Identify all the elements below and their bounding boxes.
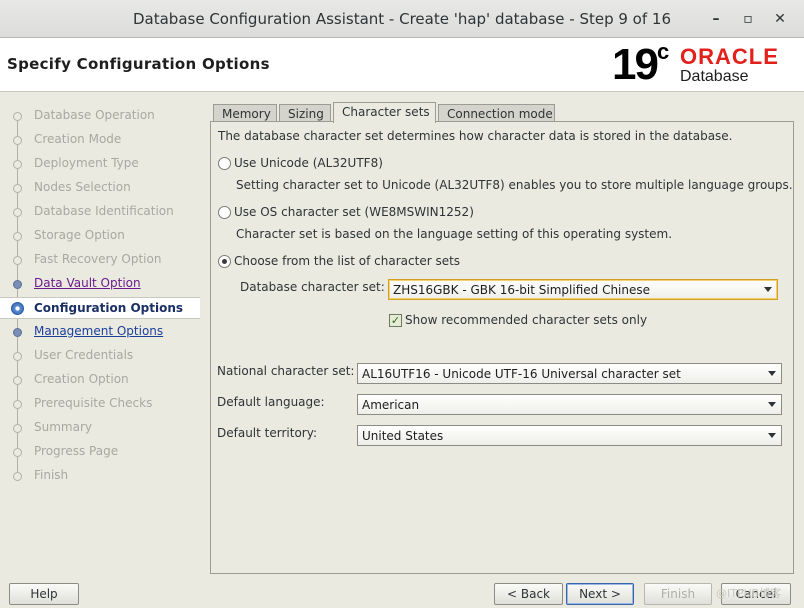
step-creation-option: Creation Option bbox=[0, 369, 200, 391]
step-configuration-options: Configuration Options bbox=[0, 297, 200, 319]
tab-memory[interactable]: Memory bbox=[213, 104, 277, 122]
step-dot-icon bbox=[13, 112, 22, 121]
chevron-down-icon bbox=[768, 433, 776, 438]
page-header: Specify Configuration Options 19c ORACLE… bbox=[0, 38, 804, 92]
unicode-description: Setting character set to Unicode (AL32UT… bbox=[236, 178, 793, 192]
step-deployment-type: Deployment Type bbox=[0, 153, 200, 175]
chevron-down-icon bbox=[768, 371, 776, 376]
step-prerequisite-checks: Prerequisite Checks bbox=[0, 393, 200, 415]
step-nodes-selection: Nodes Selection bbox=[0, 177, 200, 199]
unicode-radio[interactable] bbox=[218, 157, 231, 170]
tab-sizing[interactable]: Sizing bbox=[279, 104, 331, 122]
national-charset-select[interactable]: AL16UTF16 - Unicode UTF-16 Universal cha… bbox=[357, 363, 782, 384]
help-button[interactable]: Help bbox=[9, 583, 79, 605]
window-title: Database Configuration Assistant - Creat… bbox=[132, 10, 671, 28]
national-charset-label: National character set: bbox=[217, 364, 355, 378]
step-dot-icon bbox=[13, 256, 22, 265]
step-finish: Finish bbox=[0, 465, 200, 487]
chevron-down-icon bbox=[764, 287, 772, 292]
site-watermark: @ITPUB博客 bbox=[716, 587, 782, 600]
main-content: Memory Sizing Character sets Connection … bbox=[210, 100, 794, 574]
character-sets-panel: The database character set determines ho… bbox=[210, 121, 794, 574]
step-dot-icon bbox=[13, 328, 22, 337]
chevron-down-icon bbox=[768, 402, 776, 407]
current-step-icon bbox=[11, 302, 24, 315]
step-dot-icon bbox=[13, 208, 22, 217]
finish-button[interactable]: Finish bbox=[644, 583, 712, 605]
page-title: Specify Configuration Options bbox=[7, 55, 270, 73]
step-dot-icon bbox=[13, 448, 22, 457]
oracle-19c-logo: 19c bbox=[612, 39, 669, 89]
maximize-icon[interactable]: ▫ bbox=[740, 11, 756, 27]
window-titlebar: Database Configuration Assistant - Creat… bbox=[0, 0, 804, 38]
step-dot-icon bbox=[13, 184, 22, 193]
tab-character-sets[interactable]: Character sets bbox=[333, 102, 436, 123]
step-dot-icon bbox=[13, 400, 22, 409]
oracle-brand-logo: ORACLE bbox=[680, 44, 779, 69]
step-dot-icon bbox=[13, 352, 22, 361]
step-dot-icon bbox=[13, 424, 22, 433]
step-storage-option: Storage Option bbox=[0, 225, 200, 247]
step-database-identification: Database Identification bbox=[0, 201, 200, 223]
step-user-credentials: User Credentials bbox=[0, 345, 200, 367]
back-button[interactable]: < Back bbox=[494, 583, 563, 605]
os-charset-description: Character set is based on the language s… bbox=[236, 227, 673, 241]
db-charset-label: Database character set: bbox=[240, 280, 385, 294]
step-creation-mode: Creation Mode bbox=[0, 129, 200, 151]
next-button[interactable]: Next > bbox=[566, 583, 634, 605]
default-language-select[interactable]: American bbox=[357, 394, 782, 415]
show-recommended-checkbox[interactable]: ✓ bbox=[389, 314, 402, 327]
steps-sidebar: Database Operation Creation Mode Deploym… bbox=[0, 92, 200, 574]
os-charset-radio[interactable] bbox=[218, 206, 231, 219]
charset-intro-text: The database character set determines ho… bbox=[218, 129, 733, 143]
tab-connection-mode[interactable]: Connection mode bbox=[438, 104, 555, 122]
choose-list-radio-label[interactable]: Choose from the list of character sets bbox=[234, 254, 460, 268]
step-fast-recovery-option: Fast Recovery Option bbox=[0, 249, 200, 271]
step-dot-icon bbox=[13, 376, 22, 385]
step-dot-icon bbox=[13, 280, 22, 289]
default-territory-select[interactable]: United States bbox=[357, 425, 782, 446]
step-dot-icon bbox=[13, 472, 22, 481]
oracle-product-name: Database bbox=[680, 68, 749, 85]
db-charset-select[interactable]: ZHS16GBK - GBK 16-bit Simplified Chinese bbox=[388, 279, 778, 300]
step-data-vault-option[interactable]: Data Vault Option bbox=[0, 273, 200, 295]
os-charset-radio-label[interactable]: Use OS character set (WE8MSWIN1252) bbox=[234, 205, 474, 219]
unicode-radio-label[interactable]: Use Unicode (AL32UTF8) bbox=[234, 156, 383, 170]
step-dot-icon bbox=[13, 232, 22, 241]
minimize-icon[interactable]: – bbox=[708, 11, 724, 27]
step-progress-page: Progress Page bbox=[0, 441, 200, 463]
choose-list-radio[interactable] bbox=[218, 255, 231, 268]
step-management-options[interactable]: Management Options bbox=[0, 321, 200, 343]
show-recommended-label[interactable]: Show recommended character sets only bbox=[405, 313, 647, 327]
default-territory-label: Default territory: bbox=[217, 426, 317, 440]
step-dot-icon bbox=[13, 160, 22, 169]
default-language-label: Default language: bbox=[217, 395, 325, 409]
step-dot-icon bbox=[13, 136, 22, 145]
step-summary: Summary bbox=[0, 417, 200, 439]
step-database-operation: Database Operation bbox=[0, 105, 200, 127]
close-icon[interactable]: ✕ bbox=[772, 11, 788, 27]
